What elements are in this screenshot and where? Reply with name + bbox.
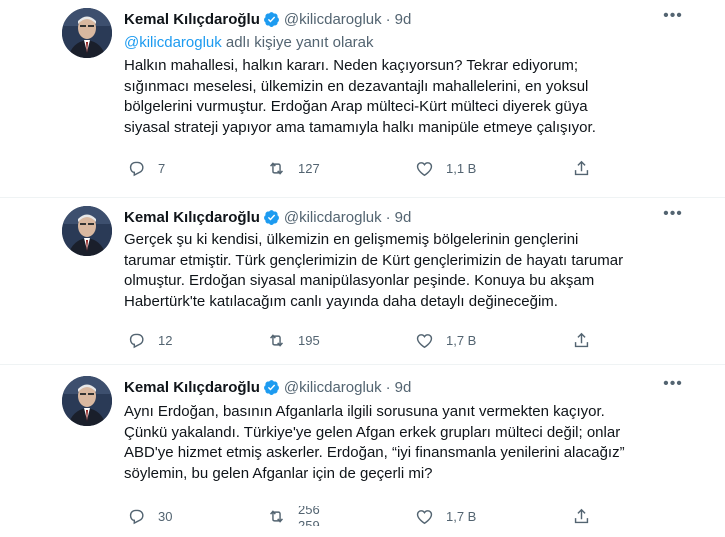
timestamp[interactable]: 9d — [395, 379, 412, 396]
tweet-text-line: Aynı Erdoğan, basının Afganlarla ilgili … — [124, 403, 605, 420]
retweet-button[interactable]: 195 — [267, 330, 320, 350]
tweet-actions: 30 256 259 1,7 B — [124, 506, 604, 526]
retweet-count-next: 259 — [298, 518, 320, 526]
replying-mention[interactable]: @kilicdarogluk — [124, 34, 222, 51]
author-name[interactable]: Kemal Kılıçdaroğlu — [124, 379, 260, 396]
author-handle[interactable]: @kilicdarogluk — [284, 11, 382, 28]
share-button[interactable] — [572, 330, 591, 350]
retweet-count: 195 — [298, 332, 320, 348]
retweet-count: 256 — [298, 506, 320, 517]
reply-count: 30 — [158, 508, 173, 524]
more-icon[interactable]: ••• — [658, 8, 688, 29]
heart-icon — [416, 333, 433, 348]
like-count: 1,7 B — [446, 332, 477, 348]
share-icon — [574, 508, 589, 523]
replying-to: @kilicdarogluk adlı kişiye yanıt olarak — [124, 34, 374, 51]
verified-badge-icon — [263, 379, 279, 395]
tweet-actions: 12 195 1,7 B — [124, 330, 604, 350]
tweet-text-line: Habertürk'te katılacağım canlı yayında d… — [124, 292, 558, 310]
retweet-count: 127 — [298, 160, 320, 176]
tweet[interactable]: Kemal Kılıçdaroğlu @kilicdarogluk · 9d •… — [0, 365, 725, 537]
like-button[interactable]: 1,7 B — [415, 506, 476, 526]
verified-badge-icon — [263, 11, 279, 27]
reply-button[interactable]: 30 — [127, 506, 172, 526]
share-icon — [574, 160, 589, 175]
tweet-header: Kemal Kılıçdaroğlu @kilicdarogluk · 9d — [124, 207, 411, 227]
retweet-icon — [270, 509, 283, 523]
separator-dot: · — [385, 10, 391, 28]
reply-count: 12 — [158, 332, 173, 348]
tweet-text-line: Gerçek şu ki kendisi, ülkemizin en geliş… — [124, 231, 579, 248]
timestamp[interactable]: 9d — [395, 11, 412, 28]
reply-icon — [129, 333, 144, 348]
retweet-button[interactable]: 256 259 — [267, 506, 328, 526]
heart-icon — [416, 509, 433, 524]
share-button[interactable] — [572, 158, 591, 178]
tweet-header: Kemal Kılıçdaroğlu @kilicdarogluk · 9d — [124, 377, 411, 397]
avatar[interactable] — [62, 206, 112, 256]
separator-dot: · — [385, 208, 391, 226]
tweet-text-line: tarumar etmiştir. Türk gençlerimizin de … — [124, 251, 624, 269]
tweet-text-line: Çünkü yakalandı. Türkiye'ye gelen Afgan … — [124, 423, 621, 441]
tweet-header: Kemal Kılıçdaroğlu @kilicdarogluk · 9d — [124, 9, 411, 29]
reply-icon — [129, 509, 144, 524]
retweet-icon — [270, 333, 283, 347]
tweet-text-line: söylemin, bu gelen Afganlar için de geçe… — [124, 464, 433, 482]
tweet-text-line: siyasal strateji yapıyor ama tamamıyla h… — [124, 118, 596, 136]
share-button[interactable] — [572, 506, 591, 526]
replying-suffix: adlı kişiye yanıt olarak — [221, 34, 374, 51]
reply-button[interactable]: 7 — [127, 158, 165, 178]
share-icon — [574, 332, 589, 347]
reply-count: 7 — [158, 160, 166, 176]
retweet-icon — [270, 161, 283, 175]
more-icon[interactable]: ••• — [658, 206, 688, 227]
verified-badge-icon — [263, 209, 279, 225]
heart-icon — [416, 161, 433, 176]
avatar[interactable] — [62, 376, 112, 426]
timestamp[interactable]: 9d — [395, 209, 412, 226]
tweet[interactable]: Kemal Kılıçdaroğlu @kilicdarogluk · 9d •… — [0, 198, 725, 364]
tweet-text: Halkın mahallesi, halkın kararı. Neden k… — [124, 56, 694, 138]
tweet-text-line: olmuştur. Erdoğan siyasal manipülasyonla… — [124, 272, 595, 289]
retweet-count-animating: 256 259 — [298, 506, 328, 526]
tweet-text: Gerçek şu ki kendisi, ülkemizin en geliş… — [124, 230, 694, 312]
more-icon[interactable]: ••• — [658, 376, 688, 397]
author-handle[interactable]: @kilicdarogluk — [284, 209, 382, 226]
like-button[interactable]: 1,7 B — [415, 330, 476, 350]
tweet-text-line: ABD'ye hizmet etmiş askerler. Erdoğan, “… — [124, 444, 625, 461]
author-name[interactable]: Kemal Kılıçdaroğlu — [124, 209, 260, 226]
avatar[interactable] — [62, 8, 112, 58]
author-name[interactable]: Kemal Kılıçdaroğlu — [124, 11, 260, 28]
like-count: 1,7 B — [446, 508, 477, 524]
reply-icon — [129, 161, 144, 176]
tweet-text-line: bölgelerini vurmuştur. Erdoğan Arap mült… — [124, 98, 588, 115]
tweet[interactable]: Kemal Kılıçdaroğlu @kilicdarogluk · 9d •… — [0, 0, 725, 197]
like-count: 1,1 B — [446, 160, 477, 176]
retweet-button[interactable]: 127 — [267, 158, 320, 178]
tweet-actions: 7 127 1,1 B — [124, 158, 604, 178]
author-handle[interactable]: @kilicdarogluk — [284, 379, 382, 396]
reply-button[interactable]: 12 — [127, 330, 172, 350]
tweet-text-line: Halkın mahallesi, halkın kararı. Neden k… — [124, 57, 579, 74]
separator-dot: · — [385, 378, 391, 396]
tweet-text-line: sığınmacı meselesi, ülkemizin en dezavan… — [124, 77, 589, 95]
like-button[interactable]: 1,1 B — [415, 158, 476, 178]
tweet-text: Aynı Erdoğan, basının Afganlarla ilgili … — [124, 402, 694, 484]
